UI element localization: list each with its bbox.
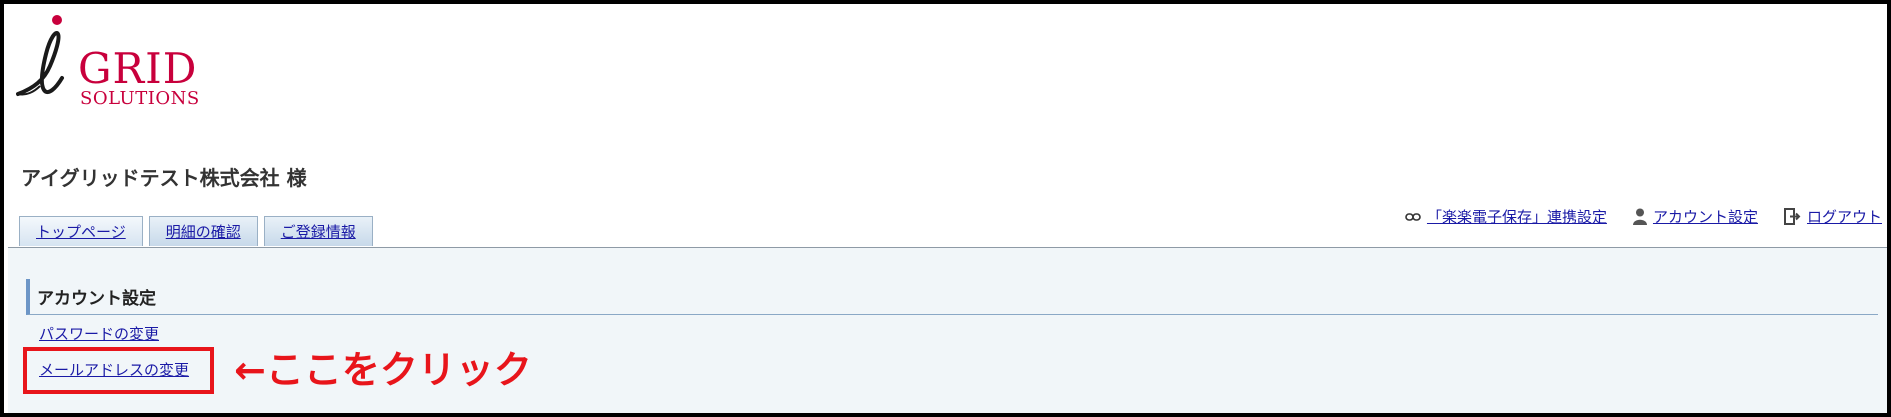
- account-settings-label: アカウント設定: [1652, 208, 1758, 226]
- change-password-link[interactable]: パスワードの変更: [39, 323, 159, 344]
- account-settings-link[interactable]: アカウント設定: [1632, 206, 1758, 227]
- main-tabs: トップページ 明細の確認 ご登録情報: [19, 216, 373, 248]
- logo-solutions-text: SOLUTIONS: [80, 88, 200, 109]
- app-window: GRID SOLUTIONS アイグリッドテスト株式会社 様 トップページ 明細…: [0, 0, 1891, 417]
- logo-grid-text: GRID: [78, 44, 198, 93]
- tab-statements[interactable]: 明細の確認: [148, 216, 258, 246]
- logout-icon: [1783, 208, 1801, 225]
- rakuraku-settings-label: 「楽楽電子保存」連携設定: [1426, 208, 1607, 226]
- content-panel: アカウント設定 パスワードの変更 メールアドレスの変更 ←ここをクリック: [8, 247, 1887, 413]
- change-email-link[interactable]: メールアドレスの変更: [39, 359, 189, 380]
- click-here-annotation: ←ここをクリック: [234, 348, 532, 392]
- section-title: アカウント設定: [26, 279, 1878, 315]
- logout-link[interactable]: ログアウト: [1783, 206, 1882, 227]
- logo-mark-icon: [16, 15, 64, 96]
- company-name: アイグリッドテスト株式会社 様: [21, 166, 307, 190]
- header-links: 「楽楽電子保存」連携設定 アカウント設定 ログアウト: [1405, 206, 1882, 227]
- logout-label: ログアウト: [1806, 208, 1882, 226]
- tab-top-page[interactable]: トップページ: [19, 216, 143, 246]
- user-icon: [1632, 208, 1647, 225]
- link-icon: [1405, 211, 1421, 223]
- tab-registration-info[interactable]: ご登録情報: [263, 216, 373, 246]
- company-logo[interactable]: GRID SOLUTIONS: [16, 14, 216, 114]
- rakuraku-settings-link[interactable]: 「楽楽電子保存」連携設定: [1405, 206, 1607, 227]
